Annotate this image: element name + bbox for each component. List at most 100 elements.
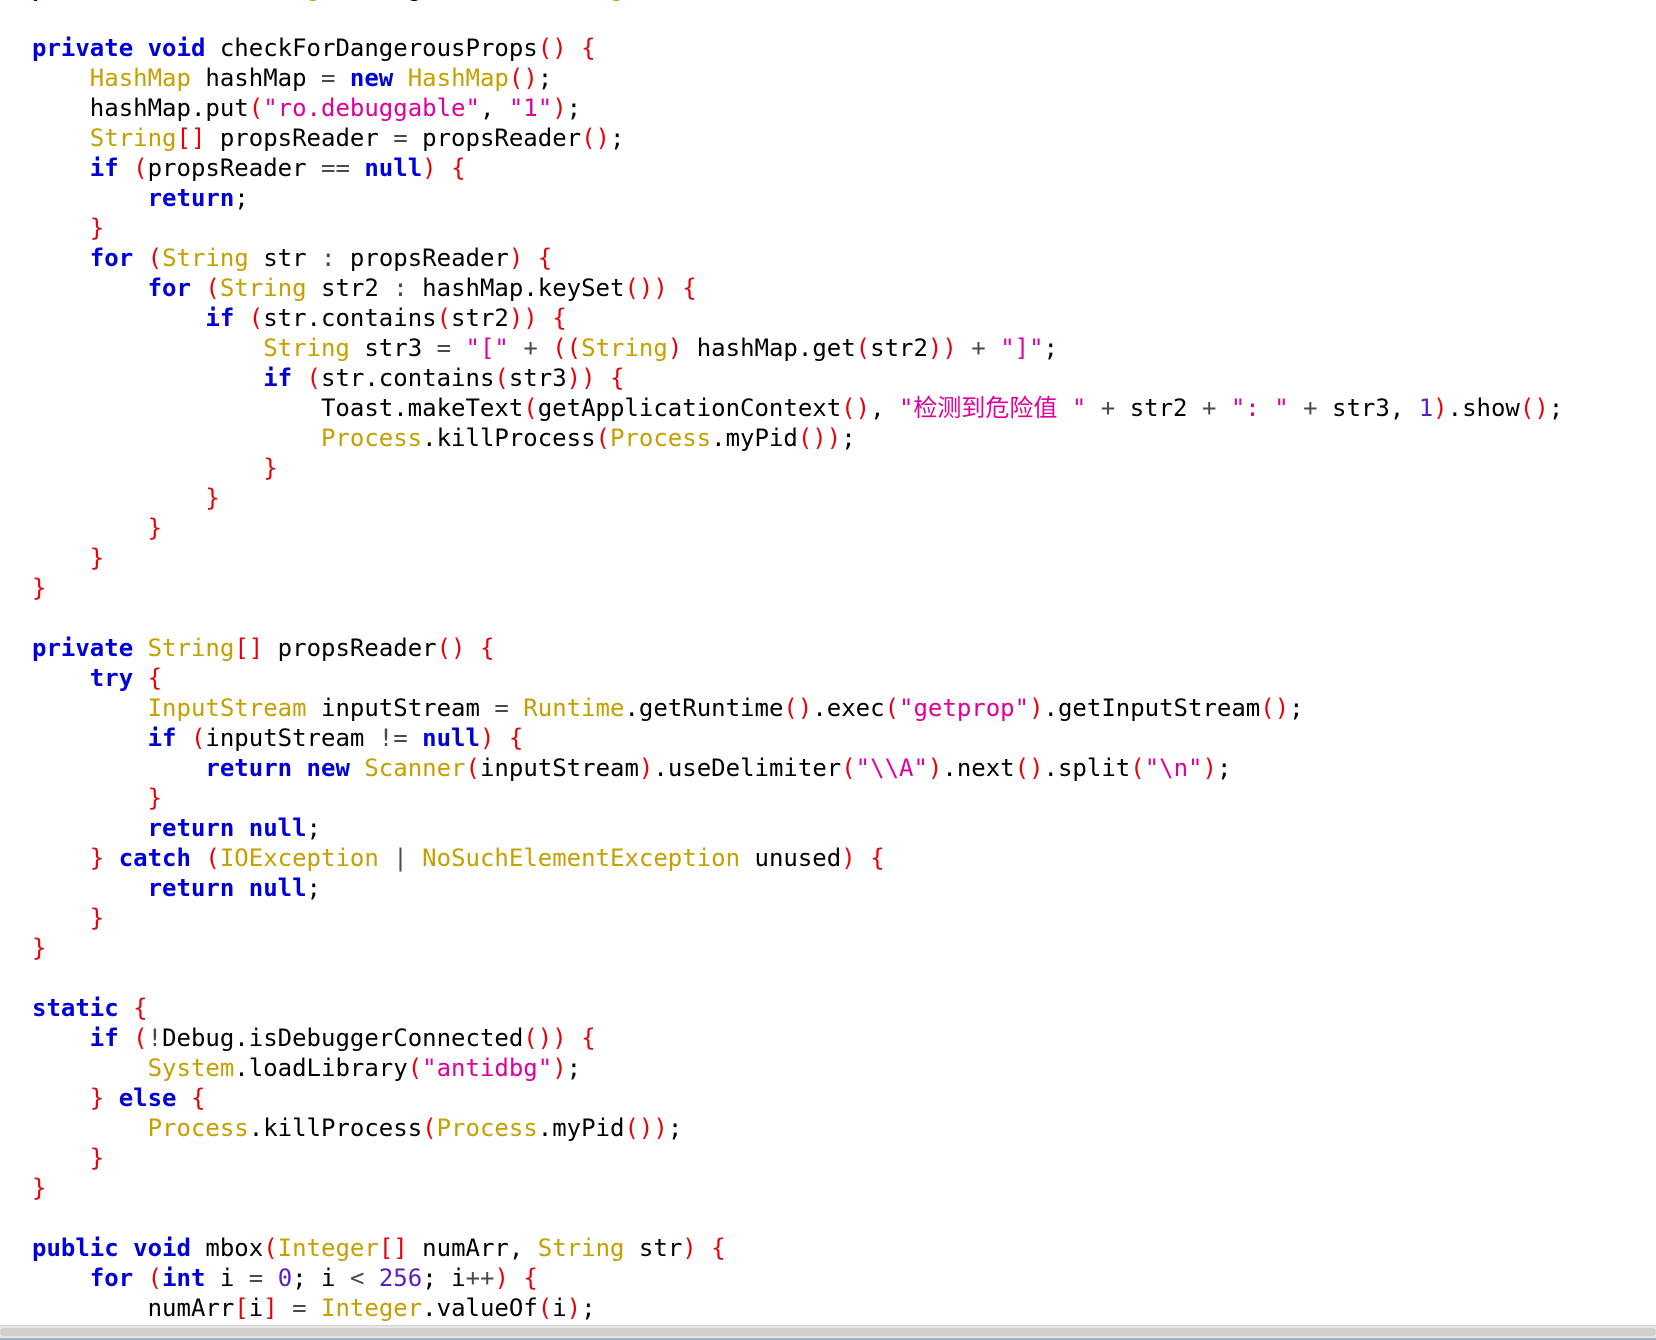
- identifier-token: [119, 154, 133, 182]
- punctuation-token: }: [147, 514, 163, 542]
- code-line: if (str.contains(str3)) {: [32, 363, 1563, 393]
- operator-token: :: [393, 274, 408, 302]
- identifier-token: [350, 754, 364, 782]
- code-line: System.loadLibrary("antidbg");: [32, 1053, 1563, 1083]
- code-line: if (str.contains(str2)) {: [32, 303, 1563, 333]
- identifier-token: [119, 994, 133, 1022]
- identifier-token: [408, 724, 422, 752]
- code-line: for (String str : propsReader) {: [32, 243, 1563, 273]
- identifier-token: [32, 1024, 90, 1052]
- type-token: String: [147, 634, 235, 662]
- identifier-token: [32, 664, 90, 692]
- punctuation-token: ): [494, 1264, 509, 1292]
- operator-token: =: [393, 124, 408, 152]
- identifier-token: numArr: [32, 1294, 235, 1322]
- operator-token: !: [147, 1024, 163, 1052]
- punctuation-token: }: [263, 454, 278, 482]
- punctuation-token: ): [638, 754, 654, 782]
- code-line: }: [32, 453, 1563, 483]
- code-line: } else {: [32, 1083, 1563, 1113]
- punctuation-token: []: [176, 124, 206, 152]
- punctuation-token: (: [147, 244, 163, 272]
- identifier-token: [292, 754, 306, 782]
- punctuation-token: (): [436, 634, 466, 662]
- punctuation-token: (: [537, 1294, 553, 1322]
- identifier-token: str: [248, 244, 322, 272]
- identifier-token: ;: [306, 874, 321, 902]
- punctuation-token: []: [234, 634, 264, 662]
- identifier-token: [567, 1024, 581, 1052]
- code-line: } catch (IOException | NoSuchElementExce…: [32, 843, 1563, 873]
- punctuation-token: ()): [523, 1024, 567, 1052]
- identifier-token: [119, 1234, 133, 1262]
- punctuation-token: {: [581, 34, 596, 62]
- identifier-token: [263, 1264, 277, 1292]
- identifier-token: mbox: [190, 1234, 264, 1262]
- type-token: String: [162, 244, 249, 272]
- identifier-token: inputStream: [479, 754, 639, 782]
- identifier-token: unused: [740, 844, 842, 872]
- keyword-token: if: [89, 1024, 119, 1052]
- identifier-token: ,: [479, 94, 509, 122]
- identifier-token: ;: [610, 124, 625, 152]
- punctuation-token: [: [234, 1294, 249, 1322]
- punctuation-token: }: [89, 214, 105, 242]
- code-editor[interactable]: public native String stringFromJNI(Strin…: [0, 0, 1656, 1325]
- type-token: HashMap: [89, 64, 191, 92]
- identifier-token: [668, 274, 682, 302]
- identifier-token: .next: [942, 754, 1015, 782]
- type-token: HashMap: [407, 64, 509, 92]
- keyword-token: null: [248, 874, 307, 902]
- punctuation-token: (): [1260, 694, 1290, 722]
- identifier-token: [509, 334, 523, 362]
- identifier-token: [32, 214, 90, 242]
- operator-token: +: [971, 334, 986, 362]
- punctuation-token: )): [508, 304, 538, 332]
- identifier-token: [32, 424, 321, 452]
- punctuation-token: (: [523, 0, 537, 2]
- punctuation-token: {: [552, 304, 567, 332]
- identifier-token: str3: [508, 364, 567, 392]
- punctuation-token: }: [89, 1144, 105, 1172]
- identifier-token: [350, 154, 364, 182]
- identifier-token: [32, 844, 90, 872]
- string-token: "ro.debuggable": [263, 94, 480, 122]
- source-code[interactable]: public native String stringFromJNI(Strin…: [32, 0, 1563, 1323]
- code-line: }: [32, 783, 1563, 813]
- identifier-token: i: [248, 1294, 264, 1322]
- punctuation-token: (): [508, 64, 538, 92]
- code-line: }: [32, 903, 1563, 933]
- type-token: String: [263, 334, 350, 362]
- keyword-token: return: [205, 754, 293, 782]
- number-token: 256: [378, 1264, 423, 1292]
- type-token: Process: [320, 424, 423, 452]
- identifier-token: [567, 34, 581, 62]
- identifier-token: [278, 1294, 292, 1322]
- identifier-token: propsReader: [407, 124, 582, 152]
- code-line: }: [32, 1173, 1563, 1203]
- punctuation-token: (: [595, 424, 610, 452]
- identifier-token: [307, 1294, 321, 1322]
- punctuation-token: (): [1014, 754, 1044, 782]
- identifier-token: ;: [234, 184, 249, 212]
- punctuation-token: ): [1029, 694, 1044, 722]
- identifier-token: [596, 364, 610, 392]
- punctuation-token: {: [147, 664, 163, 692]
- number-token: 0: [277, 1264, 293, 1292]
- operator-token: <: [349, 1264, 365, 1292]
- punctuation-token: ): [1433, 394, 1448, 422]
- identifier-token: str: [624, 0, 682, 2]
- keyword-token: new: [306, 754, 350, 782]
- punctuation-token: ): [667, 334, 683, 362]
- identifier-token: [32, 754, 205, 782]
- identifier-token: [32, 124, 90, 152]
- type-token: Integer: [277, 1234, 379, 1262]
- punctuation-token: ): [1202, 754, 1217, 782]
- identifier-token: .loadLibrary: [234, 1054, 408, 1082]
- horizontal-scrollbar[interactable]: [0, 1325, 1656, 1339]
- keyword-token: try: [89, 664, 134, 692]
- keyword-token: if: [205, 304, 235, 332]
- identifier-token: stringFromJNI: [321, 0, 523, 2]
- scrollbar-thumb[interactable]: [0, 1328, 1656, 1336]
- keyword-token: if: [263, 364, 293, 392]
